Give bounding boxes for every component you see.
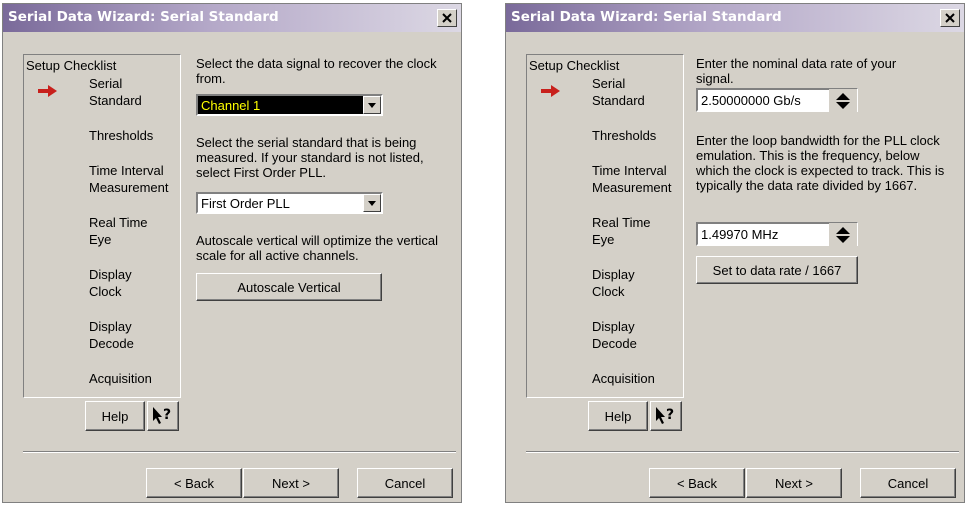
signal-select-dropdown[interactable] xyxy=(363,96,381,114)
next-button[interactable]: Next > xyxy=(243,468,339,498)
checklist-item-display-clock[interactable]: Display Clock xyxy=(89,266,132,300)
checklist-item-real-time-eye[interactable]: Real Time Eye xyxy=(592,214,651,248)
standard-select-value: First Order PLL xyxy=(201,196,290,211)
data-rate-spinner[interactable] xyxy=(829,89,857,113)
set-to-data-rate-button[interactable]: Set to data rate / 1667 xyxy=(696,256,858,284)
setup-checklist: Setup Checklist Serial Standard Threshol… xyxy=(526,54,684,398)
checklist-item-thresholds[interactable]: Thresholds xyxy=(89,127,153,144)
title-bar[interactable]: Serial Data Wizard: Serial Standard xyxy=(3,4,461,32)
data-rate-input[interactable]: 2.50000000 Gb/s xyxy=(696,88,858,113)
next-button[interactable]: Next > xyxy=(746,468,842,498)
loop-bandwidth-spinner[interactable] xyxy=(829,223,857,247)
help-button[interactable]: Help xyxy=(85,401,145,431)
whats-this-button[interactable]: ? xyxy=(650,401,682,431)
divider xyxy=(23,451,456,453)
whats-this-help-icon: ? xyxy=(153,407,171,424)
title-bar[interactable]: Serial Data Wizard: Serial Standard xyxy=(506,4,964,32)
window-title: Serial Data Wizard: Serial Standard xyxy=(8,9,279,25)
spin-up-icon[interactable] xyxy=(836,93,850,100)
checklist-item-display-clock[interactable]: Display Clock xyxy=(592,266,635,300)
data-rate-value: 2.50000000 Gb/s xyxy=(701,93,801,108)
svg-text:?: ? xyxy=(163,407,171,423)
checklist-item-acquisition[interactable]: Acquisition xyxy=(592,370,655,387)
checklist-item-time-interval[interactable]: Time Interval Measurement xyxy=(89,162,168,196)
spin-up-icon[interactable] xyxy=(836,227,850,234)
back-button[interactable]: < Back xyxy=(649,468,745,498)
signal-select[interactable]: Channel 1 xyxy=(196,94,383,116)
checklist-item-time-interval[interactable]: Time Interval Measurement xyxy=(592,162,671,196)
checklist-item-serial-standard[interactable]: Serial Standard xyxy=(592,75,645,109)
current-step-arrow-icon xyxy=(38,85,57,97)
checklist-item-serial-standard[interactable]: Serial Standard xyxy=(89,75,142,109)
checklist-title: Setup Checklist xyxy=(529,58,620,73)
close-icon xyxy=(442,13,452,23)
checklist-item-real-time-eye[interactable]: Real Time Eye xyxy=(89,214,148,248)
divider xyxy=(526,451,959,453)
help-button[interactable]: Help xyxy=(588,401,648,431)
serial-standard-dialog-left: Serial Data Wizard: Serial Standard Setu… xyxy=(2,3,462,503)
checklist-item-acquisition[interactable]: Acquisition xyxy=(89,370,152,387)
standard-prompt: Select the serial standard that is being… xyxy=(196,135,424,180)
loop-bandwidth-value: 1.49970 MHz xyxy=(701,227,779,242)
cancel-button[interactable]: Cancel xyxy=(357,468,453,498)
setup-checklist: Setup Checklist Serial Standard Threshol… xyxy=(23,54,181,398)
autoscale-prompt: Autoscale vertical will optimize the ver… xyxy=(196,233,439,263)
window-title: Serial Data Wizard: Serial Standard xyxy=(511,9,782,25)
signal-select-value: Channel 1 xyxy=(201,98,261,113)
signal-prompt: Select the data signal to recover the cl… xyxy=(196,56,437,86)
checklist-title: Setup Checklist xyxy=(26,58,117,73)
whats-this-button[interactable]: ? xyxy=(147,401,179,431)
loop-bandwidth-input[interactable]: 1.49970 MHz xyxy=(696,222,858,247)
loop-bandwidth-prompt: Enter the loop bandwidth for the PLL clo… xyxy=(696,133,945,193)
current-step-arrow-icon xyxy=(541,85,560,97)
svg-text:?: ? xyxy=(666,407,674,423)
standard-select[interactable]: First Order PLL xyxy=(196,192,383,214)
checklist-item-display-decode[interactable]: Display Decode xyxy=(592,318,637,352)
autoscale-vertical-button[interactable]: Autoscale Vertical xyxy=(196,273,382,301)
close-button[interactable] xyxy=(437,9,457,27)
close-icon xyxy=(945,13,955,23)
whats-this-help-icon: ? xyxy=(656,407,674,424)
cancel-button[interactable]: Cancel xyxy=(860,468,956,498)
checklist-item-display-decode[interactable]: Display Decode xyxy=(89,318,134,352)
standard-select-dropdown[interactable] xyxy=(363,194,381,212)
spin-down-icon[interactable] xyxy=(836,102,850,109)
chevron-down-icon xyxy=(368,200,376,206)
checklist-item-thresholds[interactable]: Thresholds xyxy=(592,127,656,144)
chevron-down-icon xyxy=(368,102,376,108)
close-button[interactable] xyxy=(940,9,960,27)
serial-standard-dialog-right: Serial Data Wizard: Serial Standard Setu… xyxy=(505,3,965,503)
back-button[interactable]: < Back xyxy=(146,468,242,498)
data-rate-prompt: Enter the nominal data rate of your sign… xyxy=(696,56,897,86)
spin-down-icon[interactable] xyxy=(836,236,850,243)
